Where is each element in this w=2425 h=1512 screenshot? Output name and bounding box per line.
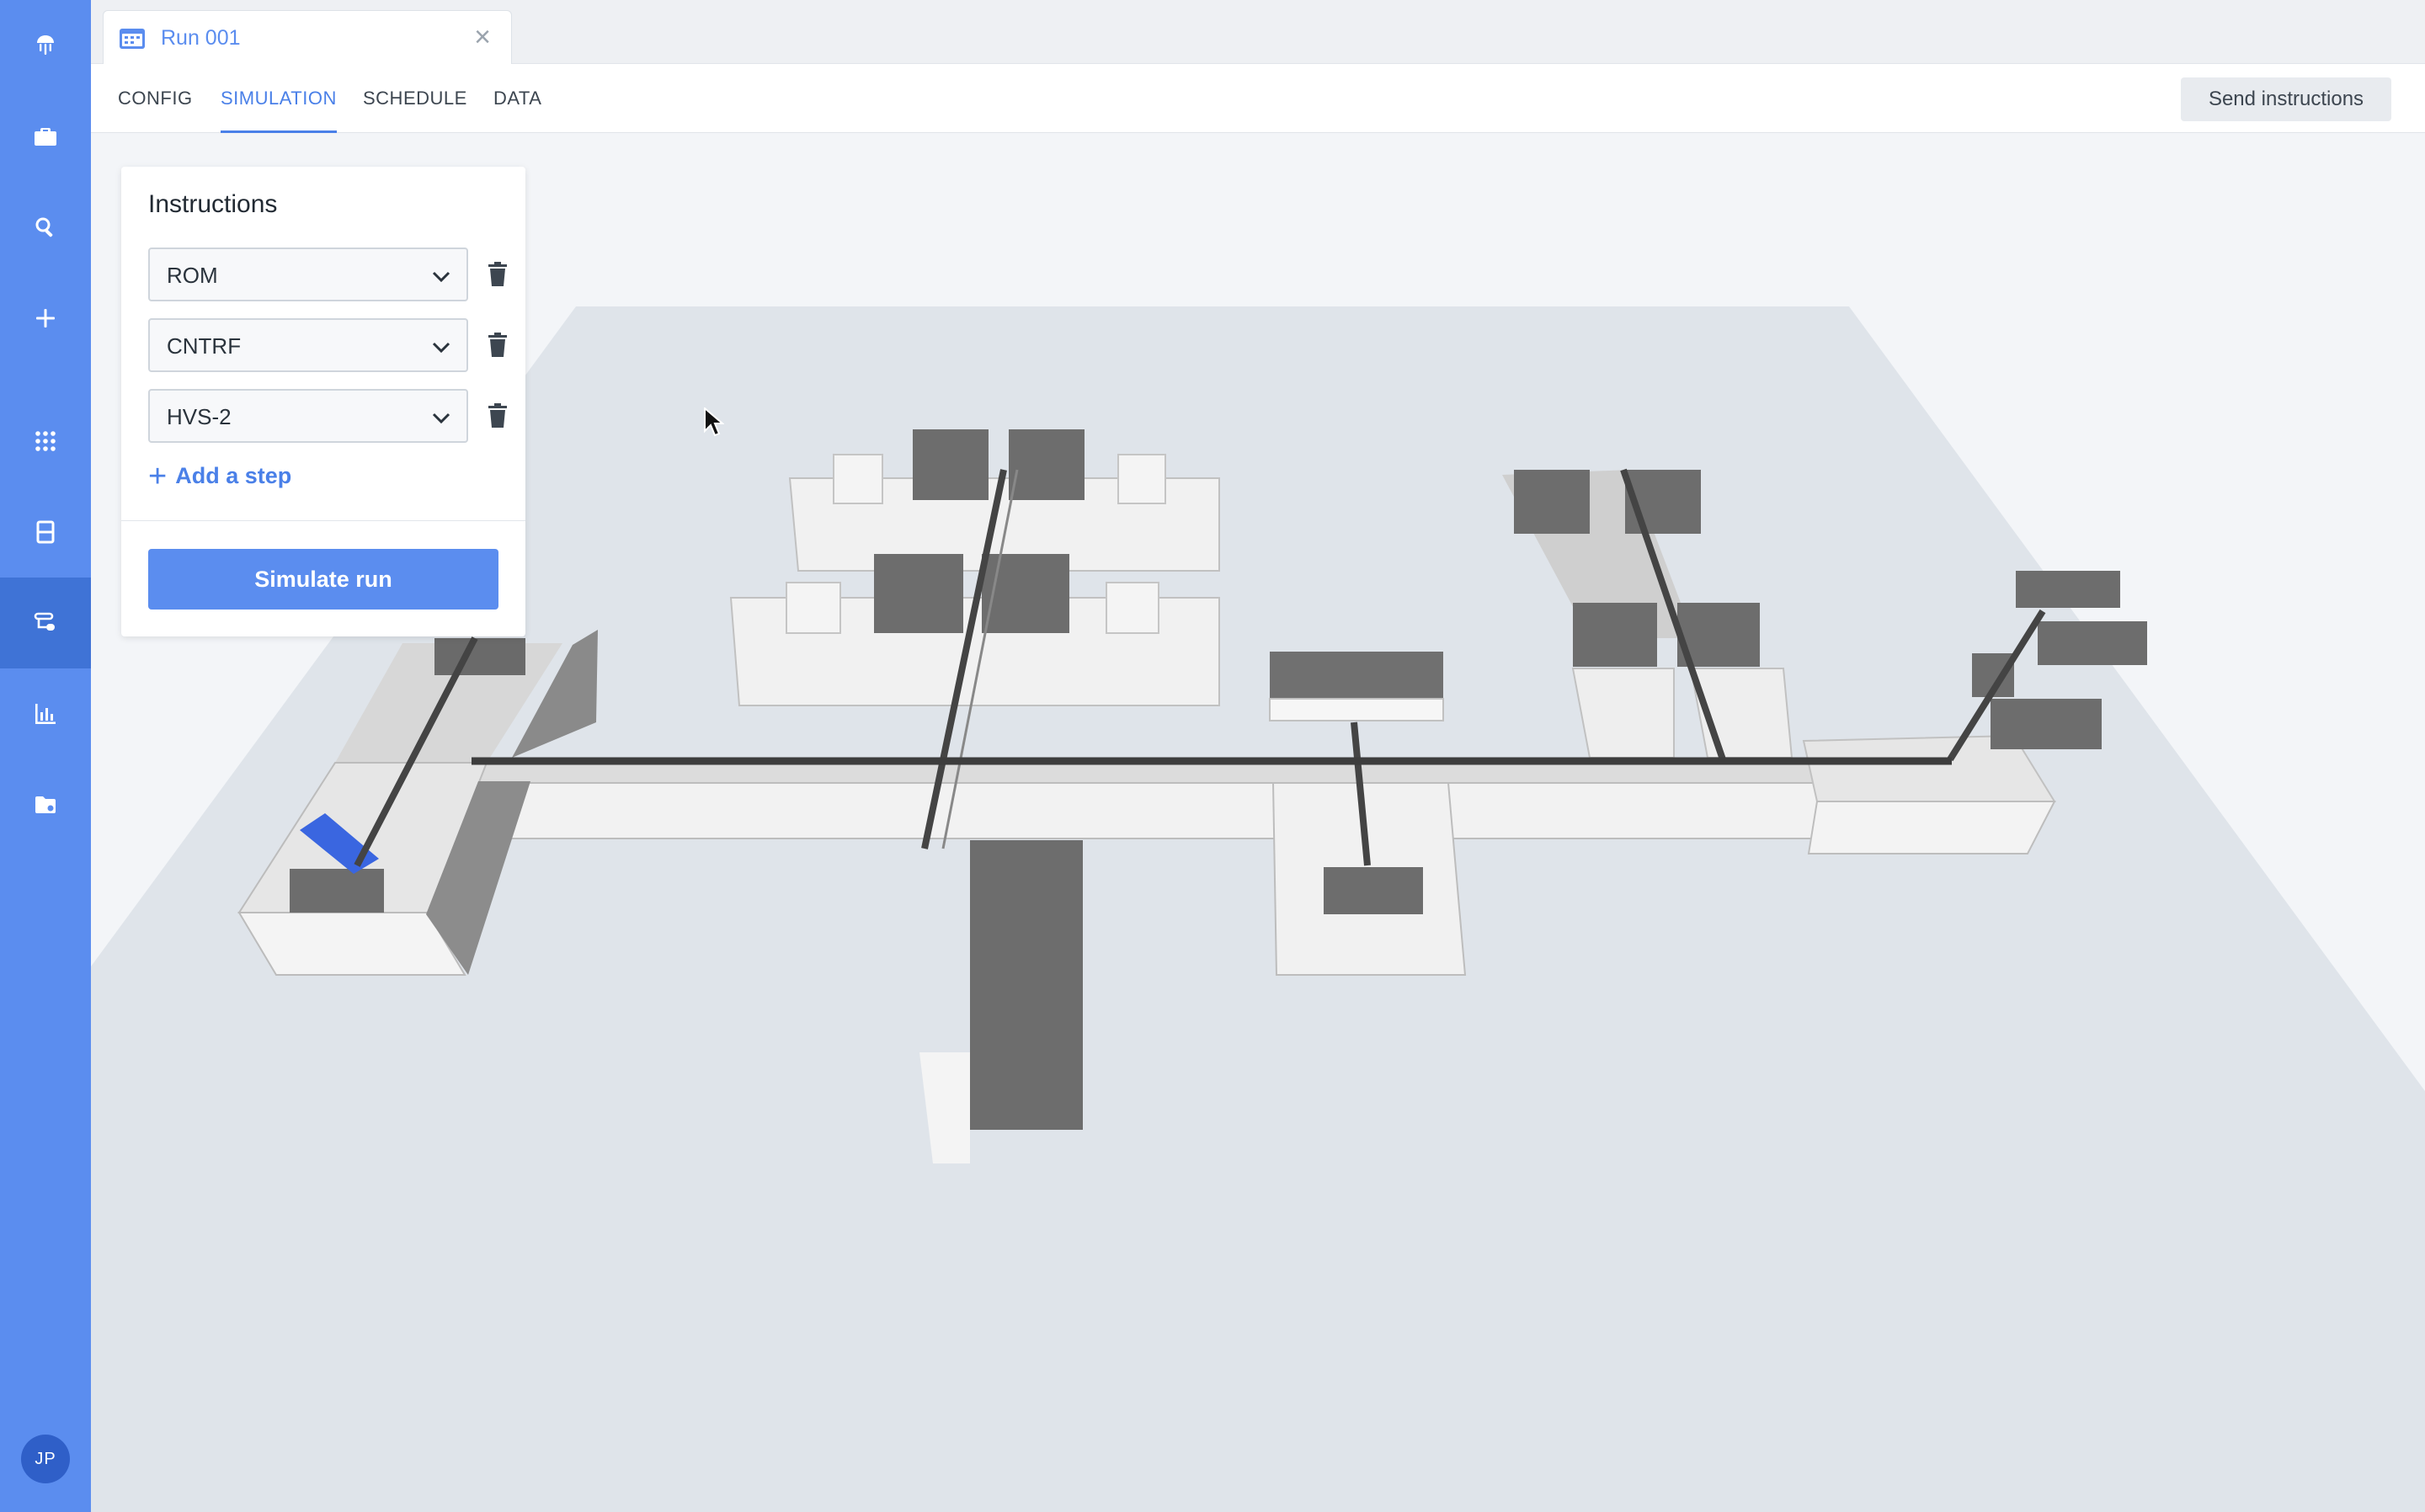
send-instructions-button[interactable]: Send instructions: [2181, 77, 2391, 121]
instrument-block: [2016, 571, 2120, 608]
step-value: CNTRF: [167, 333, 242, 359]
window-tab-title: Run 001: [161, 26, 241, 50]
instrument-block: [2038, 621, 2147, 665]
instrument-block: [982, 554, 1069, 633]
instrument-block: [874, 554, 963, 633]
step-value: HVS-2: [167, 404, 232, 429]
step-select-3[interactable]: HVS-2: [148, 389, 468, 443]
grid-icon: [35, 431, 56, 451]
tab-schedule[interactable]: SCHEDULE: [363, 64, 467, 133]
instrument-block: [1573, 603, 1657, 667]
bar-chart-icon: [35, 704, 56, 724]
briefcase-icon: [35, 128, 56, 146]
instructions-panel: Instructions ROM CNTRF HVS-2 + Add a ste…: [121, 167, 525, 636]
sidebar-item-layout[interactable]: [0, 487, 91, 578]
left-module: [237, 912, 466, 976]
trash-icon[interactable]: [488, 333, 507, 358]
tall-instrument: [970, 840, 1083, 1130]
plus-icon: [36, 309, 55, 327]
window-tab-run[interactable]: Run 001 ×: [103, 10, 512, 66]
instrument-block: [913, 429, 989, 500]
layout-icon: [36, 520, 55, 544]
sidebar-item-apps[interactable]: [0, 396, 91, 487]
sidebar-item-add[interactable]: [0, 273, 91, 364]
mouse-cursor-icon: [704, 407, 724, 437]
calendar-icon: [120, 28, 145, 49]
step-select-1[interactable]: ROM: [148, 248, 468, 301]
left-sidebar: JP: [0, 0, 91, 1512]
right-module: [1807, 801, 2056, 854]
user-avatar[interactable]: JP: [21, 1435, 70, 1483]
sub-navigation: CONFIG SIMULATION SCHEDULE DATA Send ins…: [91, 64, 2425, 133]
instrument-block: [1009, 429, 1085, 500]
sidebar-item-search[interactable]: [0, 182, 91, 273]
close-icon[interactable]: ×: [471, 23, 494, 51]
trash-icon[interactable]: [488, 262, 507, 287]
sidebar-item-files[interactable]: [0, 759, 91, 850]
folder-icon: [35, 796, 56, 813]
tab-data[interactable]: DATA: [493, 64, 541, 133]
sidebar-item-analytics[interactable]: [0, 668, 91, 759]
step-value: ROM: [167, 263, 218, 288]
chevron-down-icon: [432, 413, 450, 424]
trash-icon[interactable]: [488, 403, 507, 429]
simulate-run-button[interactable]: Simulate run: [148, 549, 498, 610]
chevron-down-icon: [432, 271, 450, 283]
tab-config[interactable]: CONFIG: [118, 64, 193, 133]
instrument-deck: [290, 869, 384, 913]
instrument-deck: [1324, 867, 1423, 914]
add-step-button[interactable]: + Add a step: [148, 458, 292, 494]
plus-icon: +: [148, 458, 168, 494]
tab-simulation[interactable]: SIMULATION: [221, 64, 337, 133]
jellyfish-logo-icon: [37, 35, 54, 55]
workflow-icon: [34, 612, 55, 631]
instrument-block: [1514, 470, 1590, 534]
add-step-label: Add a step: [175, 463, 292, 488]
instrument-block: [1991, 699, 2102, 749]
sidebar-item-briefcase[interactable]: [0, 91, 91, 182]
search-icon: [35, 217, 53, 237]
instructions-title: Instructions: [148, 190, 278, 218]
instrument-deck: [434, 638, 525, 675]
window-tab-strip: Run 001 ×: [91, 0, 2425, 66]
chevron-down-icon: [432, 342, 450, 354]
step-select-2[interactable]: CNTRF: [148, 318, 468, 372]
logo-icon[interactable]: [0, 0, 91, 91]
divider: [121, 520, 525, 521]
sidebar-item-workflows[interactable]: [0, 578, 91, 668]
main-bench: [461, 782, 1818, 839]
